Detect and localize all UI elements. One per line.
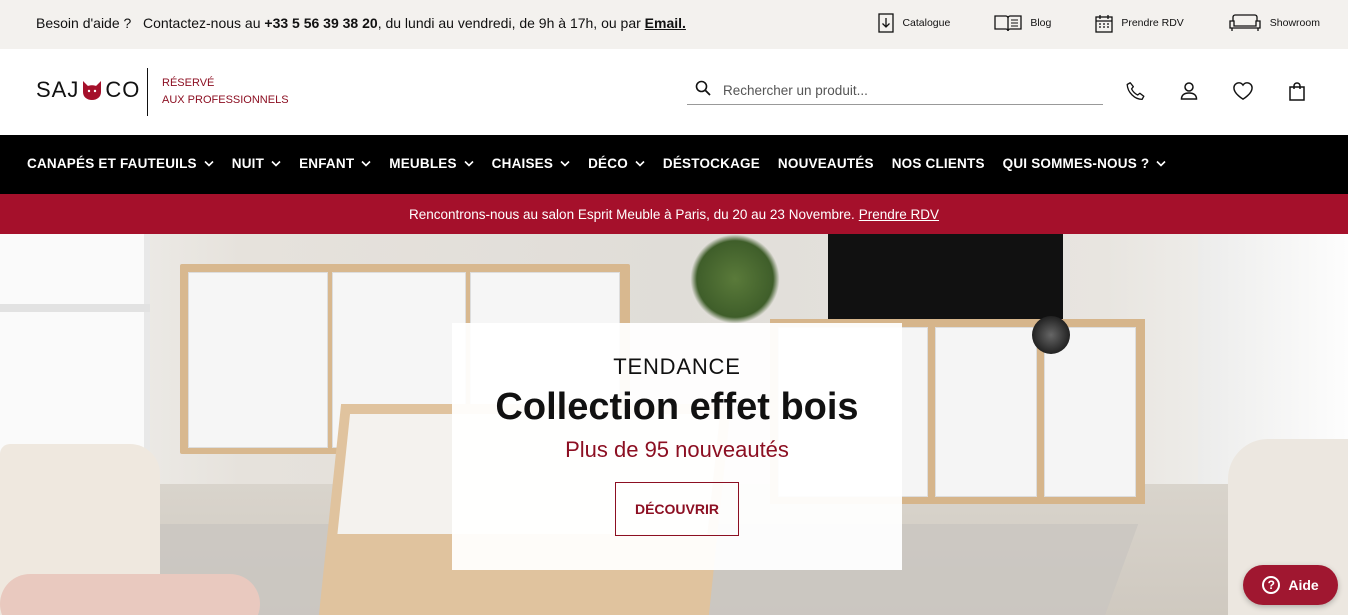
- showroom-label: Showroom: [1269, 17, 1320, 29]
- nav-item-nos-clients[interactable]: NOS CLIENTS: [892, 156, 985, 171]
- question-mark-icon: ?: [1262, 576, 1281, 594]
- email-link[interactable]: Email.: [645, 15, 686, 31]
- chevron-down-icon: [271, 160, 281, 167]
- hero-card: TENDANCE Collection effet bois Plus de 9…: [452, 323, 902, 570]
- hero-tv: [828, 234, 1063, 329]
- logo-text-left: SAJ: [36, 77, 80, 102]
- cat-logo-icon: [80, 78, 104, 102]
- promo-banner: Rencontrons-nous au salon Esprit Meuble …: [0, 194, 1348, 234]
- hero-pillow: [0, 574, 260, 615]
- top-help-bar: Besoin d'aide ? Contactez-nous au +33 5 …: [0, 0, 1348, 49]
- nav-label: MEUBLES: [389, 156, 457, 171]
- blog-link[interactable]: Blog: [994, 14, 1051, 32]
- hero-subtitle: Plus de 95 nouveautés: [565, 437, 789, 462]
- nav-label: ENFANT: [299, 156, 355, 171]
- help-contact: Contactez-nous au: [142, 15, 261, 31]
- promo-text: Rencontrons-nous au salon Esprit Meuble …: [408, 206, 855, 222]
- wishlist-heart-icon[interactable]: [1232, 80, 1254, 102]
- header-icons: [1124, 80, 1308, 102]
- sofa-icon: [1228, 14, 1262, 32]
- nav-label: CANAPÉS ET FAUTEUILS: [27, 156, 197, 171]
- chevron-down-icon: [1156, 160, 1166, 167]
- reserved-line-1: Réservé: [162, 77, 215, 89]
- phone-icon[interactable]: [1124, 80, 1146, 102]
- catalogue-download-icon: [878, 13, 895, 33]
- reserved-pro-label: Réservé aux professionnels: [162, 75, 289, 109]
- chevron-down-icon: [361, 160, 371, 167]
- chevron-down-icon: [635, 160, 645, 167]
- nav-label: NOS CLIENTS: [891, 156, 985, 171]
- site-logo[interactable]: SAJ CO: [36, 77, 140, 103]
- hero-plant: [690, 234, 780, 324]
- hero-title: Collection effet bois: [495, 386, 859, 428]
- nav-label: NOUVEAUTÉS: [777, 156, 874, 171]
- promo-appointment-link[interactable]: Prendre RDV: [859, 207, 939, 222]
- help-chat-label: Aide: [1288, 577, 1319, 593]
- phone-number[interactable]: +33 5 56 39 38 20: [264, 15, 377, 31]
- nav-item-canapes[interactable]: CANAPÉS ET FAUTEUILS: [27, 156, 214, 171]
- nav-label: DÉCO: [588, 156, 628, 171]
- nav-item-destockage[interactable]: DÉSTOCKAGE: [663, 156, 760, 171]
- nav-label: DÉSTOCKAGE: [662, 156, 760, 171]
- nav-item-nuit[interactable]: NUIT: [232, 156, 281, 171]
- showroom-link[interactable]: Showroom: [1228, 14, 1320, 32]
- blog-label: Blog: [1030, 17, 1052, 29]
- nav-item-meubles[interactable]: MEUBLES: [389, 156, 474, 171]
- nav-item-enfant[interactable]: ENFANT: [299, 156, 371, 171]
- catalogue-link[interactable]: Catalogue: [878, 13, 950, 33]
- appointment-link[interactable]: Prendre RDV: [1095, 14, 1184, 33]
- help-text: Besoin d'aide ? Contactez-nous au +33 5 …: [36, 15, 686, 31]
- nav-label: CHAISES: [491, 156, 554, 171]
- nav-item-deco[interactable]: DÉCO: [588, 156, 645, 171]
- logo-divider: [147, 68, 148, 116]
- site-header: SAJ CO Réservé aux professionnels: [0, 49, 1348, 135]
- hero-deco-ball: [1032, 316, 1070, 354]
- search-bar[interactable]: [687, 76, 1103, 105]
- hero-banner[interactable]: TENDANCE Collection effet bois Plus de 9…: [0, 234, 1348, 615]
- help-hours: , du lundi au vendredi, de 9h à 17h, ou …: [377, 15, 641, 31]
- nav-label: NUIT: [231, 156, 265, 171]
- search-icon[interactable]: [687, 80, 711, 101]
- chevron-down-icon: [560, 160, 570, 167]
- help-prefix: Besoin d'aide ?: [36, 15, 132, 31]
- nav-item-qui-sommes-nous[interactable]: QUI SOMMES-NOUS ?: [1003, 156, 1167, 171]
- discover-button[interactable]: DÉCOUVRIR: [615, 482, 739, 536]
- reserved-line-2: aux professionnels: [162, 94, 289, 106]
- appointment-label: Prendre RDV: [1121, 17, 1184, 29]
- nav-label: QUI SOMMES-NOUS ?: [1002, 156, 1150, 171]
- chevron-down-icon: [464, 160, 474, 167]
- cart-bag-icon[interactable]: [1286, 80, 1308, 102]
- account-icon[interactable]: [1178, 80, 1200, 102]
- hero-kicker: TENDANCE: [613, 354, 741, 379]
- top-links: Catalogue Blog Prendre RDV Showroom: [878, 13, 1320, 33]
- calendar-icon: [1095, 14, 1113, 33]
- search-input[interactable]: [723, 82, 1083, 98]
- catalogue-label: Catalogue: [902, 17, 951, 29]
- main-nav: CANAPÉS ET FAUTEUILS NUIT ENFANT MEUBLES…: [0, 135, 1348, 194]
- help-chat-button[interactable]: ? Aide: [1243, 565, 1338, 605]
- open-book-icon: [994, 14, 1022, 32]
- logo-text-right: CO: [105, 77, 141, 102]
- nav-item-nouveautes[interactable]: NOUVEAUTÉS: [778, 156, 874, 171]
- chevron-down-icon: [204, 160, 214, 167]
- nav-item-chaises[interactable]: CHAISES: [492, 156, 570, 171]
